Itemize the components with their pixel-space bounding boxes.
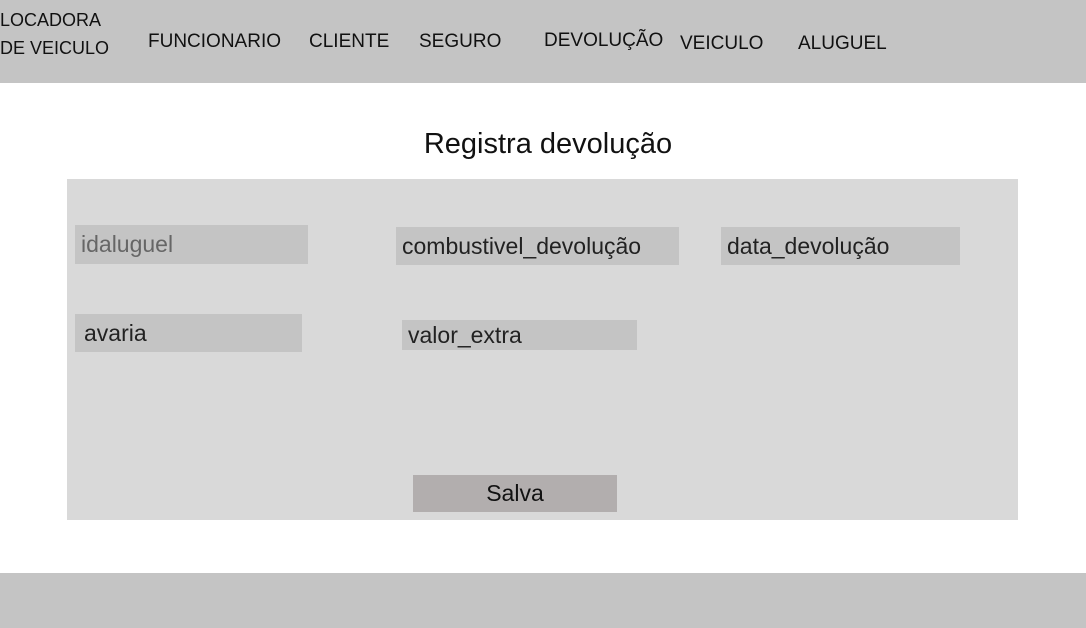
app-logo: LOCADORA DE VEICULO [0, 10, 110, 58]
data-devolucao-field[interactable]: data_devolução [721, 227, 960, 265]
save-button[interactable]: Salva [413, 475, 617, 512]
devolucao-form: idaluguel combustivel_devolução data_dev… [67, 179, 1018, 520]
header-bar: LOCADORA DE VEICULO FUNCIONARIO CLIENTE … [0, 0, 1086, 83]
nav-devolucao[interactable]: DEVOLUÇÃO [544, 29, 663, 53]
idaluguel-field[interactable]: idaluguel [75, 225, 308, 264]
nav-funcionario[interactable]: FUNCIONARIO [148, 30, 281, 54]
page: LOCADORA DE VEICULO FUNCIONARIO CLIENTE … [0, 0, 1086, 628]
footer-bar [0, 573, 1086, 628]
page-title: Registra devolução [423, 128, 673, 160]
avaria-field[interactable]: avaria [75, 314, 302, 352]
nav-aluguel[interactable]: ALUGUEL [798, 32, 887, 56]
nav-veiculo[interactable]: VEICULO [680, 32, 763, 56]
nav-cliente[interactable]: CLIENTE [309, 30, 389, 54]
nav-seguro[interactable]: SEGURO [419, 30, 501, 54]
valor-extra-field[interactable]: valor_extra [402, 320, 637, 350]
combustivel-devolucao-field[interactable]: combustivel_devolução [396, 227, 679, 265]
